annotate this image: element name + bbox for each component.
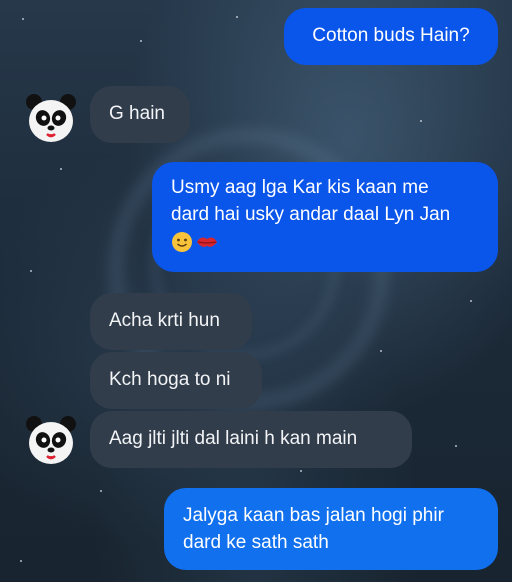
incoming-message[interactable]: G hain bbox=[90, 86, 190, 143]
star bbox=[30, 270, 32, 272]
message-text-line: dard ke sath sath bbox=[183, 532, 329, 553]
star bbox=[20, 560, 22, 562]
outgoing-message[interactable]: Jalyga kaan bas jalan hogi phir dard ke … bbox=[164, 488, 498, 570]
incoming-message[interactable]: Acha krti hun bbox=[90, 293, 252, 350]
message-text: Acha krti hun bbox=[109, 310, 220, 331]
message-text: Aag jlti jlti dal laini h kan main bbox=[109, 428, 358, 449]
incoming-message[interactable]: Aag jlti jlti dal laini h kan main bbox=[90, 411, 412, 468]
star bbox=[455, 445, 457, 447]
star bbox=[300, 470, 302, 472]
incoming-message[interactable]: Kch hoga to ni bbox=[90, 352, 262, 409]
star bbox=[470, 300, 472, 302]
panda-avatar-icon[interactable] bbox=[24, 92, 78, 146]
star bbox=[140, 40, 142, 42]
star bbox=[420, 120, 422, 122]
panda-avatar-icon[interactable] bbox=[24, 414, 78, 468]
message-text-line: dard hai usky andar daal Lyn Jan bbox=[171, 204, 451, 225]
message-text: Kch hoga to ni bbox=[109, 369, 231, 390]
star bbox=[60, 168, 62, 170]
message-text-line: Usmy aag lga Kar kis kaan me bbox=[171, 177, 429, 198]
smiling-face-emoji bbox=[172, 232, 192, 252]
message-text-line: Jalyga kaan bas jalan hogi phir bbox=[183, 505, 444, 526]
star bbox=[236, 16, 238, 18]
message-text: G hain bbox=[109, 103, 165, 124]
star bbox=[100, 490, 102, 492]
kiss-mark-emoji bbox=[197, 237, 217, 247]
star bbox=[380, 350, 382, 352]
message-text: Cotton buds Hain? bbox=[312, 25, 470, 46]
outgoing-message[interactable]: Usmy aag lga Kar kis kaan me dard hai us… bbox=[152, 162, 498, 272]
star bbox=[22, 18, 24, 20]
outgoing-message[interactable]: Cotton buds Hain? bbox=[284, 8, 498, 65]
